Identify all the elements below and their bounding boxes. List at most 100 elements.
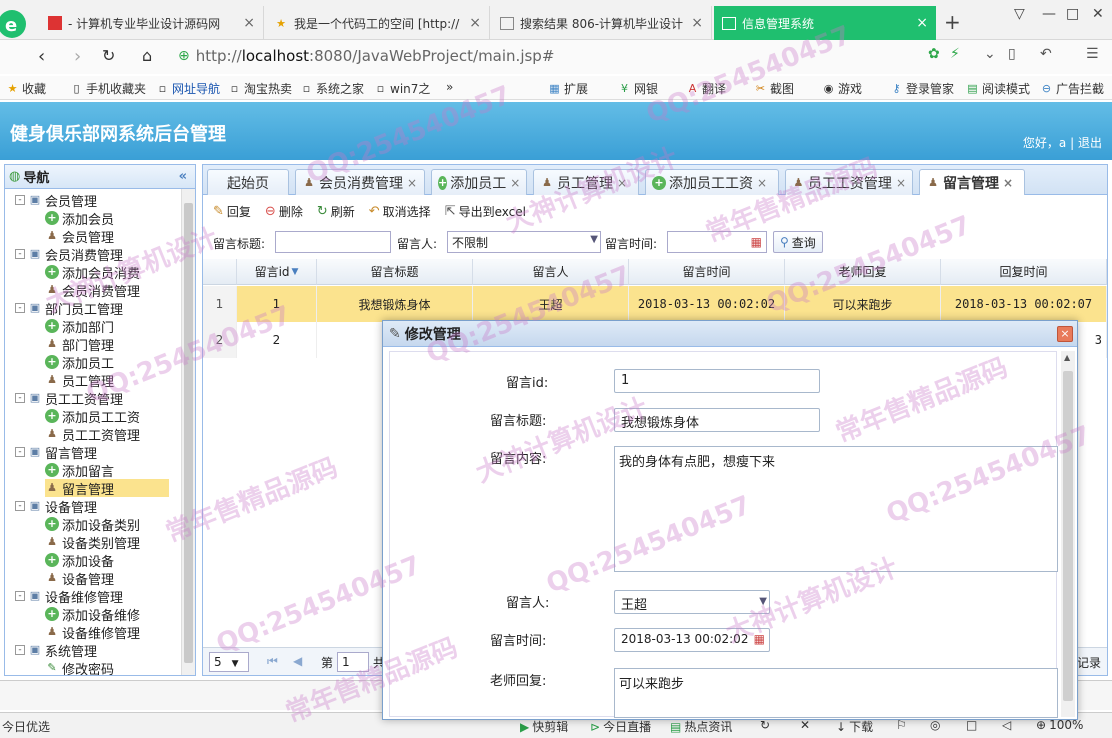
volume-icon[interactable]: ◁ bbox=[1002, 718, 1011, 732]
tab-message-manage[interactable]: ♟ 留言管理 × bbox=[919, 169, 1025, 195]
nav-group-salary[interactable]: - ▣ 员工工资管理 bbox=[15, 389, 123, 408]
bookmark-more[interactable]: » bbox=[446, 80, 453, 94]
browser-icon[interactable]: ◎ bbox=[930, 718, 940, 732]
nav-item-employee-manage[interactable]: ♟ 员工管理 bbox=[45, 371, 114, 390]
nav-item-add-member[interactable]: + 添加会员 bbox=[45, 209, 114, 228]
bookmark-xitong[interactable]: ▫ 系统之家 bbox=[300, 80, 364, 97]
close-icon[interactable]: × bbox=[916, 15, 928, 31]
minus-icon[interactable]: - bbox=[15, 447, 25, 457]
minus-icon[interactable]: - bbox=[15, 645, 25, 655]
live-button[interactable]: ⊳ 今日直播 bbox=[590, 718, 651, 735]
bookmark-win7[interactable]: ▫ win7之 bbox=[374, 80, 431, 97]
bookmark-nav[interactable]: ▫ 网址导航 bbox=[156, 80, 220, 97]
undo-icon[interactable]: ↶ bbox=[1040, 46, 1052, 62]
lightning-icon[interactable]: ⚡ bbox=[950, 46, 960, 62]
speed-icon[interactable]: ✿ bbox=[928, 46, 940, 62]
tool-adblock[interactable]: ⊖ 广告拦截 bbox=[1040, 80, 1104, 97]
window-close-icon[interactable]: ✕ bbox=[1092, 6, 1104, 22]
nav-item-department-manage[interactable]: ♟ 部门管理 bbox=[45, 335, 114, 354]
grid-header-title[interactable]: 留言标题 bbox=[317, 259, 473, 285]
minus-icon[interactable]: - bbox=[15, 591, 25, 601]
zoom-level[interactable]: ⊕ 100% bbox=[1036, 718, 1083, 732]
nav-group-equipment[interactable]: - ▣ 设备管理 bbox=[15, 497, 97, 516]
home-icon[interactable]: ⌂ bbox=[142, 46, 152, 65]
quick-clip-button[interactable]: ▶ 快剪辑 bbox=[520, 718, 568, 735]
reply-button[interactable]: ✎ 回复 bbox=[213, 203, 251, 220]
new-tab-button[interactable]: + bbox=[944, 10, 961, 34]
nav-item-member-manage[interactable]: ♟ 会员管理 bbox=[45, 227, 114, 246]
shirt-icon[interactable]: ▽ bbox=[1014, 6, 1025, 22]
calendar-icon[interactable]: ▦ bbox=[754, 632, 765, 646]
nav-item-message-manage[interactable]: ♟ 留言管理 bbox=[45, 479, 169, 498]
phone-icon[interactable]: ▯ bbox=[1008, 46, 1016, 62]
minus-icon[interactable]: - bbox=[15, 303, 25, 313]
field-title-input[interactable]: 我想锻炼身体 bbox=[614, 408, 820, 432]
refresh-icon[interactable]: ↻ bbox=[760, 718, 770, 732]
tool-login[interactable]: ⚷ 登录管家 bbox=[890, 80, 954, 97]
dialog-scrollbar[interactable]: ▲ bbox=[1061, 351, 1075, 717]
nav-group-members[interactable]: - ▣ 会员管理 bbox=[15, 191, 97, 210]
field-id-input[interactable]: 1 bbox=[614, 369, 820, 393]
address-bar[interactable]: ⊕ http://localhost:8080/JavaWebProject/m… bbox=[178, 44, 968, 68]
calendar-icon[interactable]: ▦ bbox=[751, 235, 762, 249]
menu-icon[interactable]: ☰ bbox=[1086, 46, 1099, 62]
flag-icon[interactable]: ⚐ bbox=[896, 718, 907, 732]
nav-item-add-employee[interactable]: + 添加员工 bbox=[45, 353, 114, 372]
maximize-icon[interactable]: □ bbox=[1066, 6, 1079, 22]
export-button[interactable]: ⇱ 导出到excel bbox=[445, 203, 526, 220]
window-icon[interactable]: □ bbox=[966, 718, 977, 732]
tool-screenshot[interactable]: ✂ 截图 bbox=[754, 80, 794, 97]
field-person-select[interactable]: 王超 ▼ bbox=[614, 590, 770, 614]
nav-item-repair-manage[interactable]: ♟ 设备维修管理 bbox=[45, 623, 140, 642]
tab-add-employee[interactable]: + 添加员工 × bbox=[431, 169, 527, 195]
nav-group-system[interactable]: - ▣ 系统管理 bbox=[15, 641, 97, 660]
refresh-button[interactable]: ↻ 刷新 bbox=[317, 203, 355, 220]
nav-item-consumption-manage[interactable]: ♟ 会员消费管理 bbox=[45, 281, 140, 300]
grid-header-reply-time[interactable]: 回复时间 bbox=[941, 259, 1107, 285]
today-picks[interactable]: 今日优选 bbox=[2, 718, 50, 735]
minus-icon[interactable]: - bbox=[15, 249, 25, 259]
chevron-down-icon[interactable]: ▼ bbox=[590, 234, 598, 245]
close-icon[interactable]: × bbox=[510, 176, 520, 190]
query-button[interactable]: ⚲ 查询 bbox=[773, 231, 823, 253]
grid-header-id[interactable]: 留言id ▼ bbox=[237, 259, 317, 285]
dialog-close-button[interactable]: × bbox=[1057, 326, 1073, 342]
delete-button[interactable]: ⊖ 删除 bbox=[265, 203, 303, 220]
grid-header-reply[interactable]: 老师回复 bbox=[785, 259, 941, 285]
unselect-button[interactable]: ↶ 取消选择 bbox=[369, 203, 431, 220]
search-time-input[interactable]: ▦ bbox=[667, 231, 767, 253]
tool-reader[interactable]: ▤ 阅读模式 bbox=[966, 80, 1030, 97]
nav-item-add-message[interactable]: + 添加留言 bbox=[45, 461, 114, 480]
close-icon[interactable]: × bbox=[617, 176, 627, 190]
tool-extensions[interactable]: ▦ 扩展 bbox=[548, 80, 588, 97]
nav-item-change-password[interactable]: ✎ 修改密码 bbox=[45, 659, 114, 675]
tab-salary-manage[interactable]: ♟ 员工工资管理 × bbox=[785, 169, 913, 195]
minus-icon[interactable]: - bbox=[15, 195, 25, 205]
close-icon[interactable]: × bbox=[243, 15, 255, 31]
prev-page-icon[interactable]: ◀ bbox=[293, 654, 302, 668]
field-content-textarea[interactable]: 我的身体有点肥，想瘦下来 bbox=[614, 446, 1058, 572]
chevron-down-icon[interactable]: ⌄ bbox=[984, 46, 996, 62]
close-icon[interactable]: × bbox=[896, 176, 906, 190]
tool-translate[interactable]: A 翻译 bbox=[686, 80, 726, 97]
bookmark-taobao[interactable]: ▫ 淘宝热卖 bbox=[228, 80, 292, 97]
browser-tab-active[interactable]: 信息管理系统 × bbox=[714, 6, 936, 40]
page-size-select[interactable]: 5 ▼ bbox=[209, 652, 249, 672]
nav-scrollbar-thumb[interactable] bbox=[184, 203, 193, 663]
scroll-up-icon[interactable]: ▲ bbox=[1064, 353, 1070, 362]
tab-consumption-manage[interactable]: ♟ 会员消费管理 × bbox=[295, 169, 425, 195]
close-icon[interactable]: × bbox=[469, 15, 481, 31]
close-icon[interactable]: × bbox=[691, 15, 703, 31]
page-number-input[interactable]: 1 bbox=[337, 652, 369, 672]
nav-item-salary-manage[interactable]: ♟ 员工工资管理 bbox=[45, 425, 140, 444]
dialog-scrollbar-thumb[interactable] bbox=[1063, 371, 1073, 701]
logout-link[interactable]: 退出 bbox=[1078, 136, 1102, 150]
minimize-icon[interactable]: — bbox=[1042, 6, 1056, 22]
nav-item-equipment-type-manage[interactable]: ♟ 设备类别管理 bbox=[45, 533, 140, 552]
search-person-select[interactable]: 不限制 ▼ bbox=[447, 231, 601, 253]
tool-bank[interactable]: ¥ 网银 bbox=[618, 80, 658, 97]
nav-item-equipment-manage[interactable]: ♟ 设备管理 bbox=[45, 569, 114, 588]
grid-header-person[interactable]: 留言人 bbox=[473, 259, 629, 285]
field-reply-textarea[interactable]: 可以来跑步 bbox=[614, 668, 1058, 718]
nav-group-repair[interactable]: - ▣ 设备维修管理 bbox=[15, 587, 123, 606]
